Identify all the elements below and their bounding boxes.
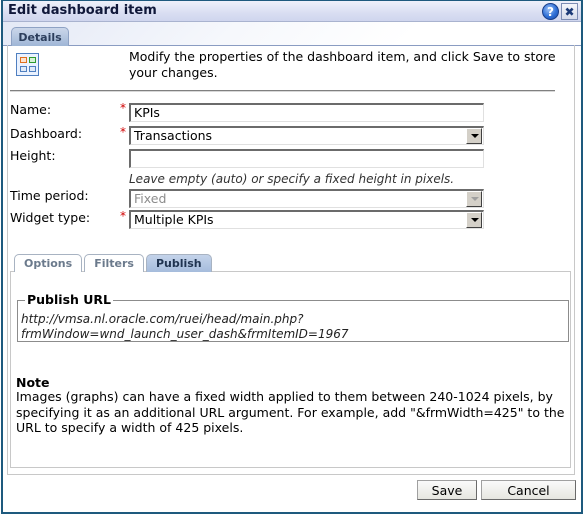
tab-options[interactable]: Options <box>14 254 83 272</box>
name-input[interactable]: KPIs <box>129 103 484 122</box>
dashboard-label: Dashboard: <box>10 126 83 141</box>
dashboard-select[interactable]: Transactions <box>129 126 484 145</box>
tab-details[interactable]: Details <box>11 27 69 46</box>
publish-url-line-1: http://vmsa.nl.oracle.com/ruei/head/main… <box>21 312 304 326</box>
publish-url-legend: Publish URL <box>25 292 114 307</box>
subtab-strip: Options Filters Publish <box>14 254 212 272</box>
dialog-title: Edit dashboard item <box>8 3 157 18</box>
help-icon[interactable]: ? <box>542 3 559 20</box>
close-icon[interactable]: ✖ <box>561 3 578 20</box>
save-button[interactable]: Save <box>417 480 477 500</box>
tab-filters[interactable]: Filters <box>84 254 144 272</box>
time-period-select: Fixed <box>129 189 484 208</box>
dialog-titlebar[interactable]: Edit dashboard item ? ✖ <box>3 1 581 22</box>
required-marker: * <box>120 209 126 223</box>
chevron-down-icon[interactable] <box>466 128 482 144</box>
intro-text: Modify the properties of the dashboard i… <box>129 49 556 80</box>
chevron-down-icon[interactable] <box>466 212 482 228</box>
widget-type-select-value: Multiple KPIs <box>134 212 214 227</box>
height-input[interactable] <box>129 149 484 168</box>
height-label: Height: <box>10 148 56 163</box>
widget-type-select[interactable]: Multiple KPIs <box>129 210 484 229</box>
note-title: Note <box>16 375 50 390</box>
widget-type-label: Widget type: <box>10 210 91 225</box>
top-tab-strip: Details <box>3 22 581 46</box>
note-text: Images (graphs) can have a fixed width a… <box>16 389 565 435</box>
dashboard-icon <box>16 53 39 76</box>
dashboard-select-value: Transactions <box>134 128 213 143</box>
time-period-label: Time period: <box>10 188 89 203</box>
time-period-select-value: Fixed <box>134 191 167 206</box>
chevron-down-icon <box>466 191 482 207</box>
tab-publish[interactable]: Publish <box>145 254 212 272</box>
name-label: Name: <box>10 102 52 117</box>
publish-url-line-2: frmWindow=wnd_launch_user_dash&frmItemID… <box>21 327 349 341</box>
cancel-button[interactable]: Cancel <box>481 480 576 500</box>
required-marker: * <box>120 101 126 115</box>
publish-url[interactable]: http://vmsa.nl.oracle.com/ruei/head/main… <box>21 312 349 342</box>
height-hint: Leave empty (auto) or specify a fixed he… <box>129 172 455 186</box>
separator <box>10 90 555 92</box>
required-marker: * <box>120 125 126 139</box>
